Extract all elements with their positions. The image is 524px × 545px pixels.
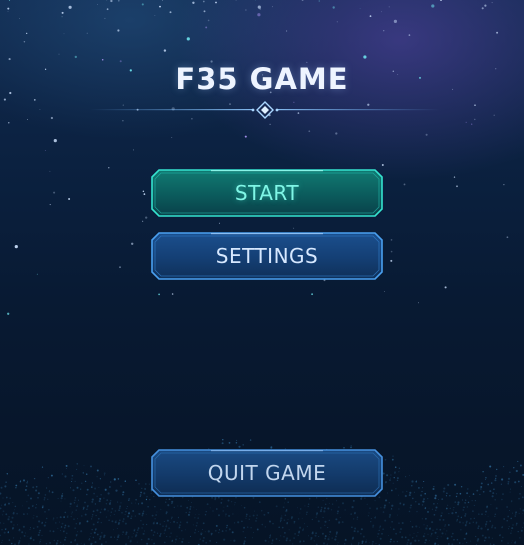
quit-game-button[interactable]: QUIT GAME [151,449,383,497]
settings-button-label: SETTINGS [215,244,319,268]
start-button-label: START [234,181,300,205]
game-title: F35 GAME [175,62,349,96]
title-divider [90,101,440,119]
settings-button[interactable]: SETTINGS [151,232,383,280]
main-menu-screen: F35 GAME START SETTINGS QUIT GAME [0,0,524,545]
start-button[interactable]: START [151,169,383,217]
quit-game-button-label: QUIT GAME [207,461,327,485]
